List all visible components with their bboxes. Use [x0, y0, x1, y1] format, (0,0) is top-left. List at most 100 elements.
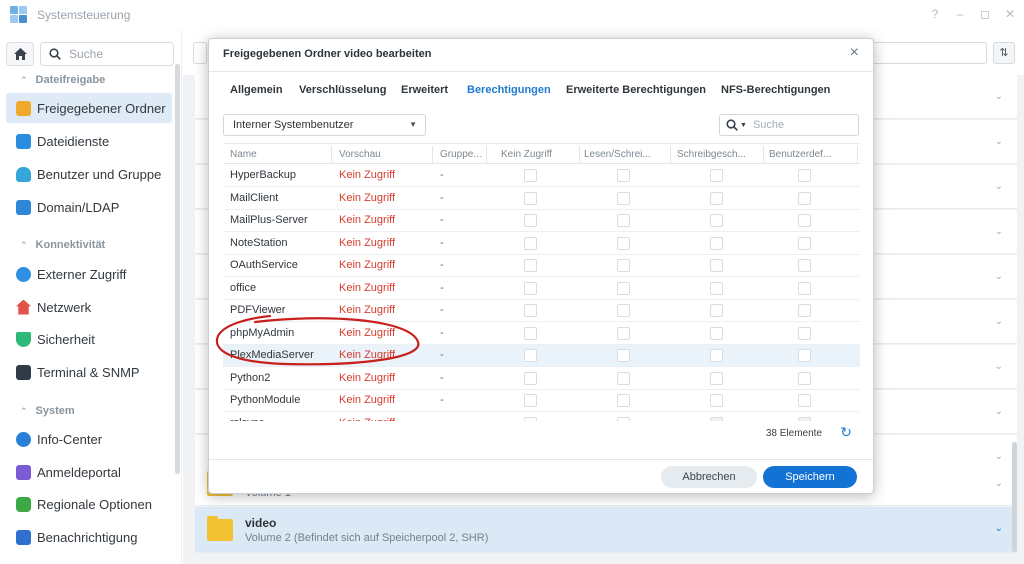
folder-row-video[interactable]: video Volume 2 (Befindet sich auf Speich…	[195, 507, 1017, 553]
column-divider[interactable]	[670, 146, 671, 164]
sidebar-item-external-access[interactable]: Externer Zugriff	[6, 259, 172, 289]
read-write-checkbox[interactable]	[617, 214, 630, 227]
table-row[interactable]: PlexMediaServer Kein Zugriff -	[223, 345, 860, 367]
column-divider[interactable]	[857, 146, 858, 164]
read-write-checkbox[interactable]	[617, 191, 630, 205]
sidebar-item-info-center[interactable]: Info-Center	[6, 424, 172, 454]
section-konnektivitaet[interactable]: ⌃ Konnektivität	[20, 239, 105, 251]
create-button[interactable]	[193, 42, 207, 64]
read-only-checkbox[interactable]	[710, 281, 723, 295]
no-access-checkbox[interactable]	[524, 349, 537, 362]
sidebar-item-notification[interactable]: Benachrichtigung	[6, 522, 172, 552]
read-only-checkbox[interactable]	[710, 214, 723, 227]
read-write-checkbox[interactable]	[617, 281, 630, 295]
custom-checkbox[interactable]	[798, 326, 811, 340]
sidebar-item-domain[interactable]: Domain/LDAP	[6, 192, 172, 222]
sidebar-item-login-portal[interactable]: Anmeldeportal	[6, 457, 172, 487]
column-divider[interactable]	[432, 146, 433, 164]
read-write-checkbox[interactable]	[617, 236, 630, 250]
sidebar-item-users[interactable]: Benutzer und Gruppe	[6, 159, 172, 189]
read-only-checkbox[interactable]	[710, 236, 723, 250]
maximize-icon[interactable]: ◻	[978, 7, 992, 21]
read-write-checkbox[interactable]	[617, 349, 630, 362]
sidebar-item-network[interactable]: Netzwerk	[6, 292, 172, 322]
read-only-checkbox[interactable]	[710, 169, 723, 182]
sidebar-item-file-services[interactable]: Dateidienste	[6, 126, 172, 156]
column-header-read-only[interactable]: Schreibgesch...	[677, 149, 761, 160]
custom-checkbox[interactable]	[798, 394, 811, 407]
read-only-checkbox[interactable]	[710, 259, 723, 272]
read-only-checkbox[interactable]	[710, 416, 723, 421]
column-divider[interactable]	[331, 146, 332, 164]
table-row[interactable]: Python2 Kein Zugriff -	[223, 368, 860, 390]
table-row[interactable]: rslsync Kein Zugriff -	[223, 413, 860, 421]
read-only-checkbox[interactable]	[710, 326, 723, 340]
home-button[interactable]	[6, 42, 34, 66]
table-row[interactable]: PythonModule Kein Zugriff -	[223, 390, 860, 412]
no-access-checkbox[interactable]	[524, 236, 537, 250]
close-icon[interactable]: ×	[850, 44, 859, 62]
no-access-checkbox[interactable]	[524, 281, 537, 295]
no-access-checkbox[interactable]	[524, 304, 537, 317]
sidebar-search-input[interactable]: Suche	[40, 42, 174, 66]
column-divider[interactable]	[763, 146, 764, 164]
read-write-checkbox[interactable]	[617, 326, 630, 340]
panel-search-input[interactable]: er	[855, 42, 987, 64]
tab-general[interactable]: Allgemein	[230, 84, 283, 96]
no-access-checkbox[interactable]	[524, 191, 537, 205]
permission-search-input[interactable]: ▼ Suche	[719, 114, 859, 136]
no-access-checkbox[interactable]	[524, 394, 537, 407]
close-window-icon[interactable]: ✕	[1003, 7, 1017, 21]
column-header-group[interactable]: Gruppe...	[440, 149, 484, 160]
column-header-read-write[interactable]: Lesen/Schrei...	[584, 149, 668, 160]
read-only-checkbox[interactable]	[710, 394, 723, 407]
custom-checkbox[interactable]	[798, 169, 811, 182]
column-divider[interactable]	[579, 146, 580, 164]
no-access-checkbox[interactable]	[524, 371, 537, 385]
read-only-checkbox[interactable]	[710, 304, 723, 317]
sidebar-item-regional[interactable]: Regionale Optionen	[6, 489, 172, 519]
column-header-no-access[interactable]: Kein Zugriff	[501, 149, 577, 160]
no-access-checkbox[interactable]	[524, 416, 537, 421]
read-write-checkbox[interactable]	[617, 371, 630, 385]
no-access-checkbox[interactable]	[524, 214, 537, 227]
minimize-icon[interactable]: –	[953, 7, 967, 21]
tab-nfs-permissions[interactable]: NFS-Berechtigungen	[721, 84, 830, 96]
help-icon[interactable]: ?	[928, 7, 942, 21]
column-header-name[interactable]: Name	[230, 149, 330, 160]
read-only-checkbox[interactable]	[710, 191, 723, 205]
table-row[interactable]: MailPlus-Server Kein Zugriff -	[223, 210, 860, 232]
read-write-checkbox[interactable]	[617, 169, 630, 182]
read-only-checkbox[interactable]	[710, 371, 723, 385]
custom-checkbox[interactable]	[798, 371, 811, 385]
column-divider[interactable]	[486, 146, 487, 164]
column-header-preview[interactable]: Vorschau	[339, 149, 433, 160]
table-row[interactable]: phpMyAdmin Kein Zugriff -	[223, 323, 860, 345]
section-system[interactable]: ⌃ System	[20, 405, 75, 417]
save-button[interactable]: Speichern	[763, 466, 857, 488]
read-write-checkbox[interactable]	[617, 416, 630, 421]
table-row[interactable]: PDFViewer Kein Zugriff -	[223, 300, 860, 322]
tab-permissions[interactable]: Berechtigungen	[467, 84, 551, 96]
custom-checkbox[interactable]	[798, 349, 811, 362]
tab-advanced-permissions[interactable]: Erweiterte Berechtigungen	[566, 84, 706, 96]
no-access-checkbox[interactable]	[524, 326, 537, 340]
refresh-icon[interactable]: ↻	[840, 424, 852, 441]
cancel-button[interactable]: Abbrechen	[661, 466, 757, 488]
sidebar-scrollbar[interactable]	[175, 64, 180, 474]
read-only-checkbox[interactable]	[710, 349, 723, 362]
read-write-checkbox[interactable]	[617, 394, 630, 407]
no-access-checkbox[interactable]	[524, 169, 537, 182]
table-row[interactable]: MailClient Kein Zugriff -	[223, 188, 860, 210]
sidebar-item-shared-folder[interactable]: Freigegebener Ordner	[6, 93, 172, 123]
sort-button[interactable]: ⇅	[993, 42, 1015, 64]
custom-checkbox[interactable]	[798, 259, 811, 272]
custom-checkbox[interactable]	[798, 416, 811, 421]
custom-checkbox[interactable]	[798, 281, 811, 295]
tab-advanced[interactable]: Erweitert	[401, 84, 448, 96]
custom-checkbox[interactable]	[798, 304, 811, 317]
table-row[interactable]: NoteStation Kein Zugriff -	[223, 233, 860, 255]
panel-scrollbar[interactable]	[1012, 442, 1017, 552]
table-row[interactable]: HyperBackup Kein Zugriff -	[223, 165, 860, 187]
tab-encryption[interactable]: Verschlüsselung	[299, 84, 386, 96]
